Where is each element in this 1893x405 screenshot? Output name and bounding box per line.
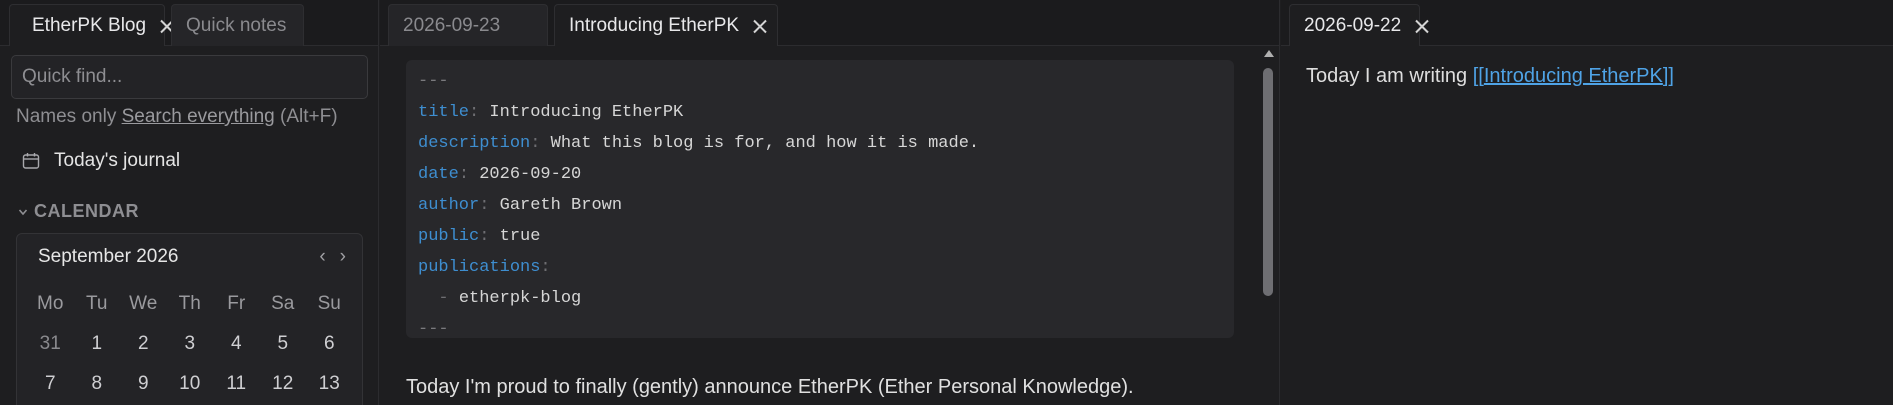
calendar-section-header[interactable]: CALENDAR <box>18 201 139 222</box>
weekday-label: We <box>129 293 158 314</box>
frontmatter-value: true <box>499 227 541 246</box>
journal-label: Today's journal <box>54 150 181 171</box>
frontmatter-open: --- <box>418 72 449 91</box>
calendar-day[interactable]: 12 <box>260 373 307 395</box>
close-icon[interactable] <box>753 19 763 33</box>
frontmatter-colon: : <box>479 196 500 215</box>
calendar-day[interactable]: 5 <box>260 333 307 355</box>
calendar-day[interactable]: 9 <box>120 373 167 395</box>
calendar-day[interactable]: 13 <box>306 373 353 395</box>
weekday-label: Tu <box>86 293 108 314</box>
left-tabbar: EtherPK Blog Quick notes <box>0 0 378 46</box>
calendar-weekday-row: Mo Tu We Th Fr Sa Su <box>27 284 353 324</box>
search-everything-link[interactable]: Search everything <box>122 106 275 127</box>
calendar-day[interactable]: 7 <box>27 373 74 395</box>
calendar-day[interactable]: 3 <box>167 333 214 355</box>
middle-tabbar: 2026-09-23 Introducing EtherPK <box>380 0 1279 46</box>
right-tabbar: 2026-09-22 <box>1281 0 1893 46</box>
tab-label: Introducing EtherPK <box>569 14 740 36</box>
calendar-nav: ‹ › <box>319 246 346 268</box>
calendar-day[interactable]: 10 <box>167 373 214 395</box>
calendar-week-row: 7 8 9 10 11 12 13 <box>27 364 353 404</box>
middle-pane: 2026-09-23 Introducing EtherPK --- title… <box>380 0 1280 405</box>
chevron-down-icon <box>18 208 28 215</box>
journal-text[interactable]: Today I am writing [[Introducing EtherPK… <box>1306 65 1674 88</box>
frontmatter-list-item: - etherpk-blog <box>418 283 1234 314</box>
names-only-option[interactable]: Names only <box>16 106 116 127</box>
wikilink-close: ]] <box>1662 65 1674 87</box>
calendar-day[interactable]: 4 <box>213 333 260 355</box>
frontmatter-value: Introducing EtherPK <box>489 103 684 122</box>
calendar-day[interactable]: 1 <box>74 333 121 355</box>
tab-label: 2026-09-23 <box>403 14 501 36</box>
weekday-label: Su <box>317 293 341 314</box>
journal-text-prefix: Today I am writing <box>1306 65 1473 87</box>
frontmatter-value: 2026-09-20 <box>479 165 582 184</box>
tab-2026-09-23[interactable]: 2026-09-23 <box>388 4 548 46</box>
quick-find-input[interactable] <box>11 55 368 99</box>
tab-etherpk-blog[interactable]: EtherPK Blog <box>9 4 165 46</box>
frontmatter-field: public: true <box>418 221 1234 252</box>
search-shortcut: (Alt+F) <box>280 106 338 127</box>
frontmatter-value: What this blog is for, and how it is mad… <box>550 134 980 153</box>
scrollbar-thumb[interactable] <box>1263 68 1273 296</box>
tab-2026-09-22[interactable]: 2026-09-22 <box>1289 4 1420 46</box>
calendar-day[interactable]: 6 <box>306 333 353 355</box>
frontmatter-field: date: 2026-09-20 <box>418 159 1234 190</box>
frontmatter-key: title <box>418 103 470 122</box>
frontmatter-key: publications <box>418 258 541 277</box>
frontmatter-value: Gareth Brown <box>499 196 623 215</box>
left-pane: EtherPK Blog Quick notes Names only Sear… <box>0 0 379 405</box>
search-options: Names only Search everything (Alt+F) <box>16 106 338 128</box>
frontmatter-colon: : <box>530 134 551 153</box>
wikilink-open: [[ <box>1472 65 1484 87</box>
scroll-up-icon[interactable] <box>1264 50 1274 57</box>
calendar-month: September 2026 <box>38 246 179 267</box>
calendar-day[interactable]: 11 <box>213 373 260 395</box>
frontmatter-colon: : <box>479 227 500 246</box>
calendar-day[interactable]: 8 <box>74 373 121 395</box>
frontmatter-field: author: Gareth Brown <box>418 190 1234 221</box>
wikilink-text: Introducing EtherPK <box>1483 65 1663 87</box>
frontmatter-field: title: Introducing EtherPK <box>418 97 1234 128</box>
calendar-day[interactable]: 31 <box>27 333 74 355</box>
weekday-label: Sa <box>271 293 295 314</box>
calendar-icon <box>22 153 40 169</box>
tab-label: 2026-09-22 <box>1304 14 1402 36</box>
frontmatter-colon: : <box>469 103 490 122</box>
list-item-value: etherpk-blog <box>458 289 582 308</box>
list-bullet: - <box>418 289 459 308</box>
prev-month-button[interactable]: ‹ <box>319 246 325 268</box>
next-month-button[interactable]: › <box>340 246 346 268</box>
weekday-label: Th <box>178 293 201 314</box>
right-pane: 2026-09-22 Today I am writing [[Introduc… <box>1281 0 1893 405</box>
frontmatter-key: description <box>418 134 531 153</box>
tab-label: Quick notes <box>186 14 287 36</box>
todays-journal-button[interactable]: Today's journal <box>22 150 180 172</box>
tab-label: EtherPK Blog <box>32 14 147 36</box>
frontmatter-field: description: What this blog is for, and … <box>418 128 1234 159</box>
tab-introducing-etherpk[interactable]: Introducing EtherPK <box>554 4 778 46</box>
calendar-widget: September 2026 ‹ › Mo Tu We Th Fr Sa Su … <box>16 233 363 405</box>
calendar-day[interactable]: 2 <box>120 333 167 355</box>
frontmatter-colon: : <box>540 258 551 277</box>
frontmatter-field: publications: <box>418 252 1234 283</box>
weekday-label: Fr <box>227 293 246 314</box>
frontmatter-key: public <box>418 227 480 246</box>
frontmatter-block[interactable]: --- title: Introducing EtherPK descripti… <box>406 60 1234 339</box>
frontmatter-close: --- <box>418 320 449 339</box>
frontmatter-key: date <box>418 165 459 184</box>
body-paragraph[interactable]: Today I'm proud to finally (gently) anno… <box>406 376 1134 399</box>
calendar-section-label: CALENDAR <box>34 201 139 221</box>
frontmatter-key: author <box>418 196 480 215</box>
wikilink[interactable]: [[Introducing EtherPK]] <box>1473 65 1674 87</box>
calendar-week-row: 31 1 2 3 4 5 6 <box>27 324 353 364</box>
frontmatter-colon: : <box>458 165 480 184</box>
calendar-grid: Mo Tu We Th Fr Sa Su 31 1 2 3 4 5 6 7 8 … <box>27 284 353 404</box>
weekday-label: Mo <box>37 293 64 314</box>
tab-quick-notes[interactable]: Quick notes <box>171 4 304 46</box>
